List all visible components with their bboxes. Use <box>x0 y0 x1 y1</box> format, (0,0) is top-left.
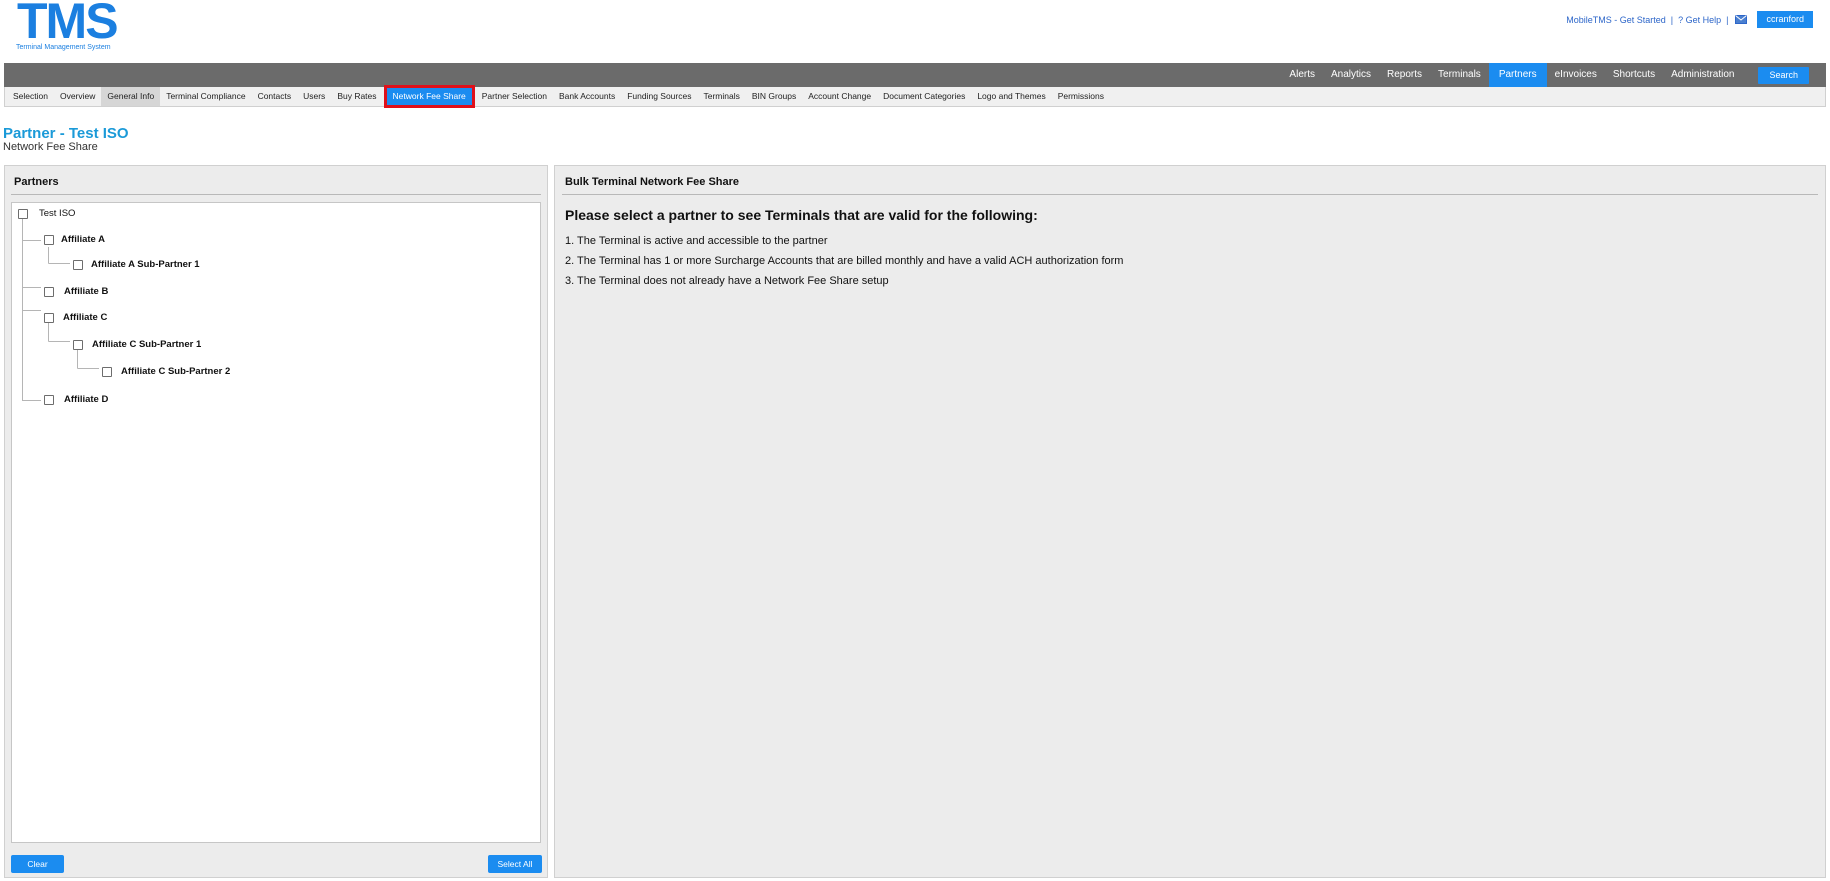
select-all-button[interactable]: Select All <box>488 855 542 873</box>
subnav-terminal-compliance[interactable]: Terminal Compliance <box>160 87 251 106</box>
requirement-item: 2. The Terminal has 1 or more Surcharge … <box>565 255 1124 267</box>
tree-node-affiliate-c-sub-partner-1[interactable]: Affiliate C Sub-Partner 1 <box>73 339 201 350</box>
tree-node-label: Affiliate A <box>61 234 105 245</box>
subnav-buy-rates[interactable]: Buy Rates <box>331 87 382 106</box>
main-nav: Alerts Analytics Reports Terminals Partn… <box>4 63 1826 87</box>
requirement-item: 3. The Terminal does not already have a … <box>565 275 889 287</box>
tree-node-affiliate-b[interactable]: Affiliate B <box>44 286 108 297</box>
subnav-permissions[interactable]: Permissions <box>1052 87 1110 106</box>
subnav-users[interactable]: Users <box>297 87 331 106</box>
nav-shortcuts[interactable]: Shortcuts <box>1605 63 1663 87</box>
nav-alerts[interactable]: Alerts <box>1281 63 1323 87</box>
nav-administration[interactable]: Administration <box>1663 63 1742 87</box>
subnav-account-change[interactable]: Account Change <box>802 87 877 106</box>
nav-reports[interactable]: Reports <box>1379 63 1430 87</box>
checkbox[interactable] <box>44 286 54 297</box>
checkbox[interactable] <box>18 208 28 219</box>
bulk-network-fee-share-panel: Bulk Terminal Network Fee Share Please s… <box>554 165 1826 878</box>
page-subtitle: Network Fee Share <box>3 141 98 153</box>
link-separator: | <box>1726 14 1729 25</box>
user-menu-button[interactable]: ccranford <box>1757 11 1813 28</box>
bulk-panel-title: Bulk Terminal Network Fee Share <box>562 166 1818 195</box>
requirements-list: 1. The Terminal is active and accessible… <box>565 231 1123 291</box>
nav-analytics[interactable]: Analytics <box>1323 63 1379 87</box>
mail-icon[interactable] <box>1735 15 1748 24</box>
tree-node-label: Affiliate C <box>63 312 108 323</box>
get-help-link[interactable]: ? Get Help <box>1678 15 1721 25</box>
logo-subtitle: Terminal Management System <box>16 44 111 51</box>
get-started-link[interactable]: MobileTMS - Get Started <box>1566 15 1666 25</box>
requirement-item: 1. The Terminal is active and accessible… <box>565 235 828 247</box>
instructions-heading: Please select a partner to see Terminals… <box>565 207 1038 223</box>
tree-node-affiliate-a-sub-partner-1[interactable]: Affiliate A Sub-Partner 1 <box>73 259 200 270</box>
checkbox[interactable] <box>44 312 54 323</box>
subnav-contacts[interactable]: Contacts <box>252 87 298 106</box>
subnav-network-fee-share[interactable]: Network Fee Share <box>383 85 475 108</box>
subnav-selection[interactable]: Selection <box>7 87 54 106</box>
subnav-overview[interactable]: Overview <box>54 87 101 106</box>
partner-tree: Test ISO Affiliate A Affiliate A Sub-Par… <box>11 202 541 843</box>
subnav-partner-selection[interactable]: Partner Selection <box>476 87 553 106</box>
subnav-general-info[interactable]: General Info <box>101 87 161 106</box>
subnav-terminals[interactable]: Terminals <box>697 87 745 106</box>
tree-node-label: Affiliate B <box>64 286 109 297</box>
nav-partners[interactable]: Partners <box>1488 63 1547 87</box>
link-separator: | <box>1670 14 1674 25</box>
tree-node-label: Affiliate C Sub-Partner 1 <box>92 339 202 350</box>
partners-panel-title: Partners <box>11 166 541 195</box>
partners-panel: Partners Test ISO Affiliate A Affiliate … <box>4 165 548 878</box>
checkbox[interactable] <box>73 339 83 350</box>
tree-node-label: Test ISO <box>39 208 76 219</box>
tree-node-label: Affiliate D <box>64 394 109 405</box>
sub-nav: Selection Overview General Info Terminal… <box>4 85 1826 108</box>
checkbox[interactable] <box>73 259 83 270</box>
tree-node-test-iso[interactable]: Test ISO <box>18 208 75 219</box>
subnav-logo-and-themes[interactable]: Logo and Themes <box>971 87 1051 106</box>
tree-node-affiliate-a[interactable]: Affiliate A <box>44 234 105 245</box>
subnav-bank-accounts[interactable]: Bank Accounts <box>553 87 621 106</box>
tree-node-affiliate-d[interactable]: Affiliate D <box>44 394 108 405</box>
clear-button[interactable]: Clear <box>11 855 64 873</box>
checkbox[interactable] <box>102 366 112 377</box>
tree-node-label: Affiliate A Sub-Partner 1 <box>91 259 200 270</box>
tms-logo[interactable]: TMS Terminal Management System <box>16 0 119 51</box>
tree-node-affiliate-c-sub-partner-2[interactable]: Affiliate C Sub-Partner 2 <box>102 366 230 377</box>
search-button[interactable]: Search <box>1758 66 1809 84</box>
subnav-bin-groups[interactable]: BIN Groups <box>746 87 802 106</box>
nav-terminals[interactable]: Terminals <box>1430 63 1489 87</box>
nav-einvoices[interactable]: eInvoices <box>1547 63 1605 87</box>
tree-node-affiliate-c[interactable]: Affiliate C <box>44 312 107 323</box>
subnav-funding-sources[interactable]: Funding Sources <box>621 87 697 106</box>
top-links: MobileTMS - Get Started | ? Get Help | c… <box>1566 11 1813 28</box>
subnav-document-categories[interactable]: Document Categories <box>877 87 971 106</box>
header: TMS Terminal Management System MobileTMS… <box>0 0 1830 63</box>
page-title: Partner - Test ISO <box>3 125 129 142</box>
tree-node-label: Affiliate C Sub-Partner 2 <box>121 366 231 377</box>
checkbox[interactable] <box>44 394 54 405</box>
logo-text: TMS <box>17 0 119 49</box>
checkbox[interactable] <box>44 234 54 245</box>
